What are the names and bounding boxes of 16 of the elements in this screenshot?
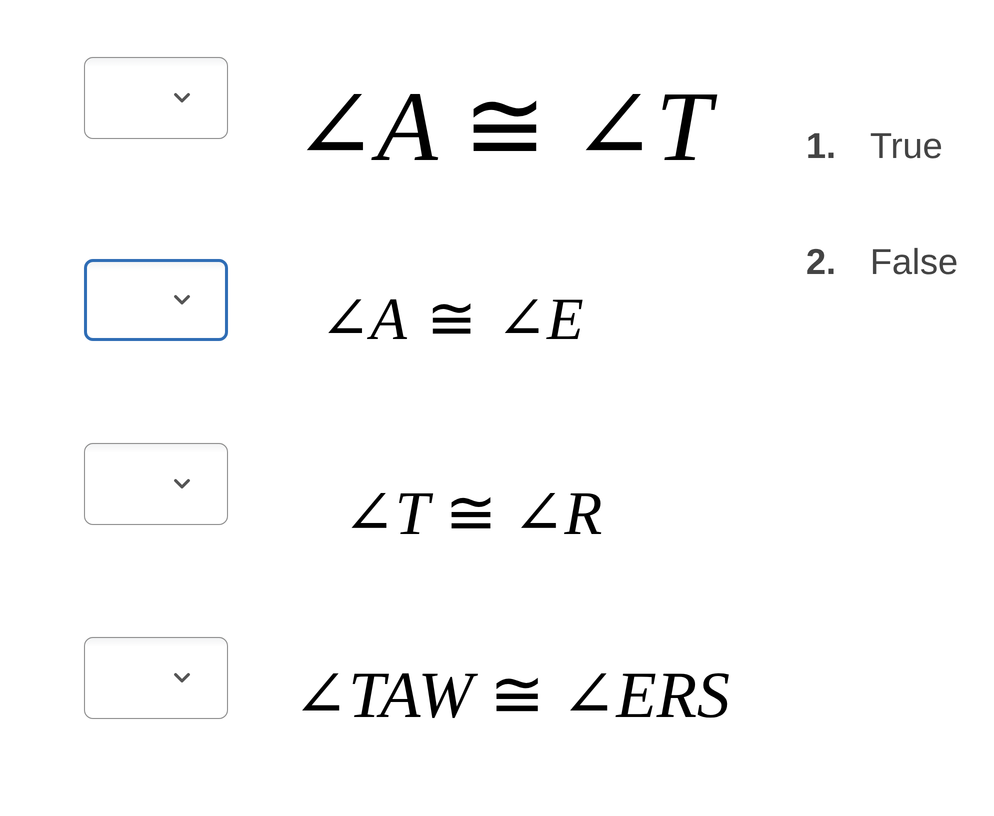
list-number: 1. — [806, 124, 838, 168]
option-label: True — [870, 124, 943, 168]
option-label: False — [870, 240, 958, 284]
chevron-icon — [174, 479, 190, 489]
chevron-icon — [174, 673, 190, 683]
list-number: 2. — [806, 240, 838, 284]
answer-dropdown[interactable] — [84, 443, 228, 525]
math-statement: ∠A ≅ ∠T — [293, 69, 724, 184]
chevron-icon — [174, 93, 190, 103]
answer-dropdown[interactable] — [84, 57, 228, 139]
math-statement: ∠A ≅ ∠E — [320, 285, 584, 354]
math-statement: ∠T ≅ ∠R — [343, 479, 604, 550]
chevron-icon — [174, 295, 190, 305]
answer-dropdown[interactable] — [84, 259, 228, 341]
answer-dropdown[interactable] — [84, 637, 228, 719]
math-statement: ∠TAW ≅ ∠ERS — [293, 658, 731, 734]
